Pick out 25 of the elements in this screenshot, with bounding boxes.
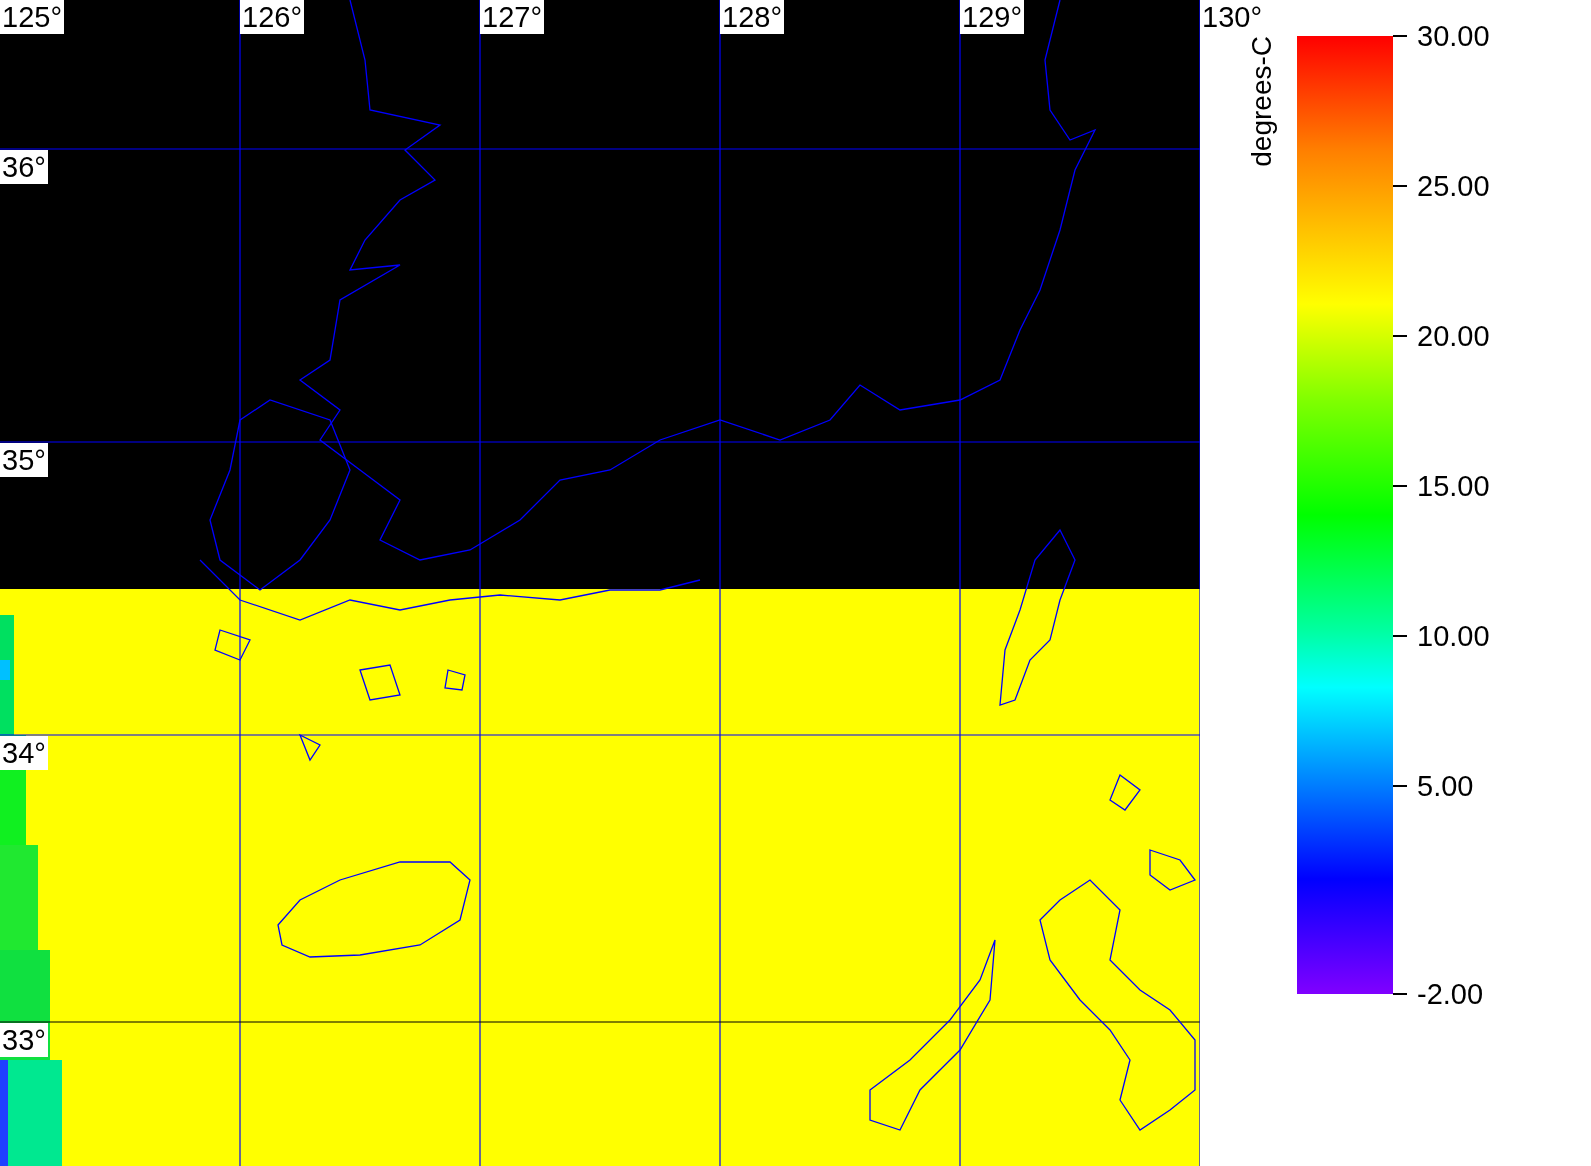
tick-label: -2.00 [1417,977,1484,1011]
longitude-label: 129° [960,0,1024,34]
longitude-label: 125° [0,0,64,34]
longitude-label: 127° [480,0,544,34]
tick-mark [1393,993,1407,995]
tick-label: 20.00 [1417,319,1490,353]
longitude-label: 130° [1201,0,1263,34]
tick-mark [1393,335,1407,337]
tick-mark [1393,185,1407,187]
tick-mark [1393,485,1407,487]
tick-label: 5.00 [1417,769,1474,803]
latitude-label: 36° [0,150,48,184]
tick-label: 15.00 [1417,469,1490,503]
longitude-label: 126° [240,0,304,34]
latitude-label: 35° [0,443,48,477]
unit-label: degrees-C [1245,36,1278,167]
tick-mark [1393,635,1407,637]
latitude-label: 33° [0,1023,48,1057]
tick-label: 10.00 [1417,619,1490,653]
tick-mark [1393,35,1407,37]
tick-label: 30.00 [1417,19,1490,53]
tick-label: 25.00 [1417,169,1490,203]
latitude-label: 34° [0,736,48,770]
tick-mark [1393,785,1407,787]
longitude-label: 128° [720,0,784,34]
